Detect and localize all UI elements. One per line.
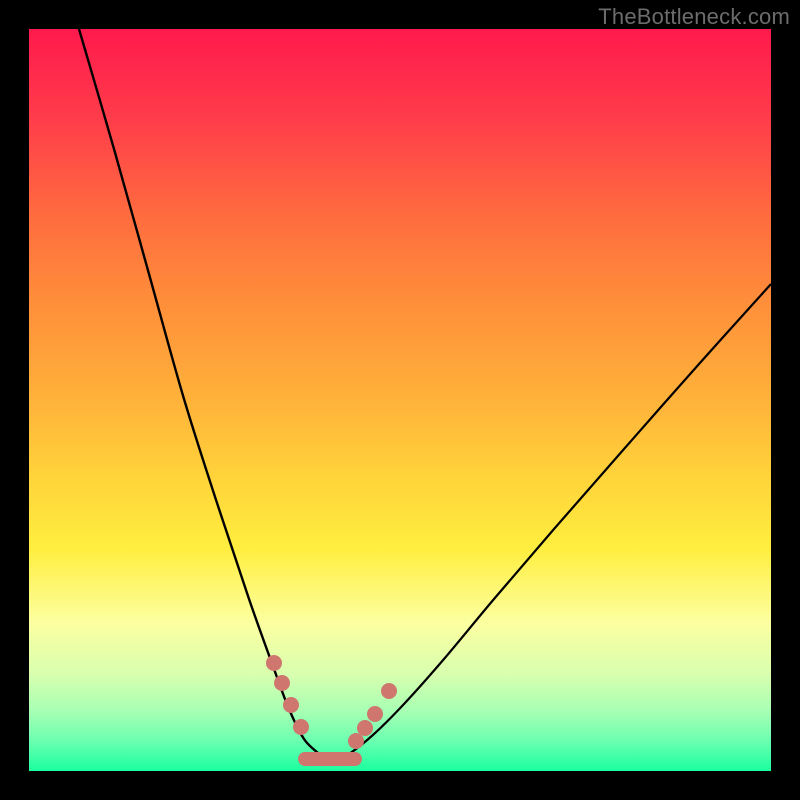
chart-plot-area (29, 29, 771, 771)
marker-dot (381, 683, 397, 699)
marker-dot (357, 720, 373, 736)
marker-dot (283, 697, 299, 713)
chart-svg (29, 29, 771, 771)
marker-dot (348, 733, 364, 749)
marker-dot (266, 655, 282, 671)
marker-dot (293, 719, 309, 735)
marker-dot (367, 706, 383, 722)
markers-left (266, 655, 309, 735)
markers-right (348, 683, 397, 749)
watermark-text: TheBottleneck.com (598, 4, 790, 30)
left-curve (79, 29, 329, 764)
marker-dot (274, 675, 290, 691)
